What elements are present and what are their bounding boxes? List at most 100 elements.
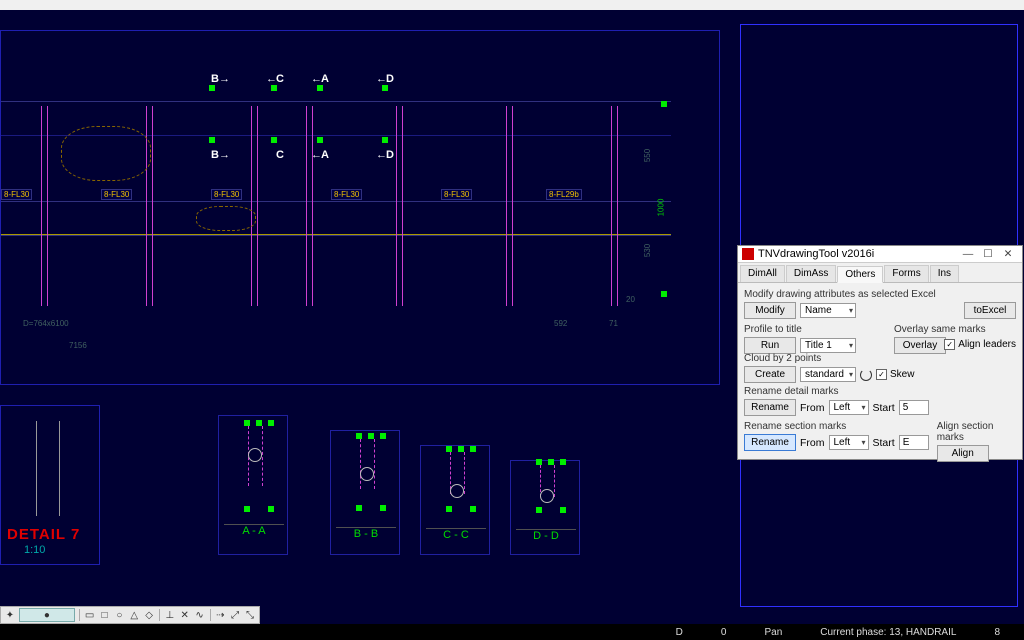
dimension-text: 20 xyxy=(626,295,635,304)
rename-detail-button[interactable]: Rename xyxy=(744,399,796,416)
reload-icon[interactable] xyxy=(860,369,872,381)
grip[interactable] xyxy=(382,85,388,91)
tab-dimall[interactable]: DimAll xyxy=(740,265,785,282)
snap-diamond-icon[interactable]: ◇ xyxy=(143,608,155,622)
tab-forms[interactable]: Forms xyxy=(884,265,928,282)
start-input[interactable]: 5 xyxy=(899,400,929,415)
snap-se-icon[interactable]: ⤡ xyxy=(244,608,256,622)
grip[interactable] xyxy=(536,507,542,513)
skew-checkbox[interactable]: ✓Skew xyxy=(876,369,914,380)
close-button[interactable]: ✕ xyxy=(998,248,1018,260)
snap-perp-icon[interactable]: ⊥ xyxy=(164,608,176,622)
grip[interactable] xyxy=(560,459,566,465)
column xyxy=(251,106,252,306)
dimension-text: 550 xyxy=(643,149,652,162)
grip[interactable] xyxy=(271,137,277,143)
group-label: Overlay same marks xyxy=(894,324,994,335)
status-zero: 0 xyxy=(721,627,727,638)
snap-endpoint-icon[interactable]: ● xyxy=(19,608,75,622)
group-label: Rename detail marks xyxy=(744,386,1016,397)
profile-tag: 8-FL30 xyxy=(331,189,362,200)
overlay-button[interactable]: Overlay xyxy=(894,337,946,354)
from-select[interactable]: Left▾ xyxy=(829,400,869,415)
grip[interactable] xyxy=(661,291,667,297)
dimension-text: 592 xyxy=(554,319,567,328)
arrow-icon: → xyxy=(219,149,230,161)
create-button[interactable]: Create xyxy=(744,366,796,383)
dialog-titlebar[interactable]: TNVdrawingTool v2016i — ☐ ✕ xyxy=(738,246,1022,263)
from-select-2[interactable]: Left▾ xyxy=(829,435,869,450)
dialog-title: TNVdrawingTool v2016i xyxy=(758,248,958,260)
align-button[interactable]: Align xyxy=(937,445,989,462)
snap-ne-icon[interactable]: ⤢ xyxy=(229,608,241,622)
grip[interactable] xyxy=(268,420,274,426)
dimension-text: 71 xyxy=(609,319,618,328)
grip[interactable] xyxy=(446,506,452,512)
grip[interactable] xyxy=(268,506,274,512)
column xyxy=(506,106,507,306)
profile-tag: 8-FL30 xyxy=(211,189,242,200)
grip[interactable] xyxy=(380,505,386,511)
snap-toolbar: ✦ ● ▭ □ ○ △ ◇ ⊥ ✕ ∿ ⇢ ⤢ ⤡ xyxy=(0,606,260,624)
group-label: Align section marks xyxy=(937,421,1016,443)
beam-bottom xyxy=(1,201,671,236)
grip[interactable] xyxy=(536,459,542,465)
grip[interactable] xyxy=(560,507,566,513)
snap-square-icon[interactable]: □ xyxy=(99,608,111,622)
snap-wave-icon[interactable]: ∿ xyxy=(194,608,206,622)
snap-circle-icon[interactable]: ○ xyxy=(113,608,125,622)
section-mark-b-lo: B xyxy=(211,149,219,161)
align-leaders-checkbox[interactable]: ✓Align leaders xyxy=(944,339,1016,350)
status-pan: Pan xyxy=(764,627,782,638)
grip[interactable] xyxy=(244,420,250,426)
toexcel-button[interactable]: toExcel xyxy=(964,302,1016,319)
tab-others[interactable]: Others xyxy=(837,266,883,283)
start-input-2[interactable]: E xyxy=(899,435,929,450)
run-button[interactable]: Run xyxy=(744,337,796,354)
modify-button[interactable]: Modify xyxy=(744,302,796,319)
snap-point-icon[interactable]: ✦ xyxy=(4,608,16,622)
snap-rect-icon[interactable]: ▭ xyxy=(84,608,96,622)
rename-section-button[interactable]: Rename xyxy=(744,434,796,451)
profile-tag: 8-FL29b xyxy=(546,189,582,200)
grip[interactable] xyxy=(661,101,667,107)
top-menustrip xyxy=(0,0,1024,10)
grip[interactable] xyxy=(271,85,277,91)
tab-ins[interactable]: Ins xyxy=(930,265,959,282)
section-label: D - D xyxy=(516,529,576,542)
axis-line xyxy=(1,234,671,235)
grip[interactable] xyxy=(317,85,323,91)
grip[interactable] xyxy=(470,506,476,512)
maximize-button[interactable]: ☐ xyxy=(978,248,998,260)
standard-select[interactable]: standard▾ xyxy=(800,367,856,382)
name-select[interactable]: Name▾ xyxy=(800,303,856,318)
grip[interactable] xyxy=(244,506,250,512)
title-select[interactable]: Title 1▾ xyxy=(800,338,856,353)
revision-cloud xyxy=(196,206,256,231)
grip[interactable] xyxy=(356,505,362,511)
detail-part xyxy=(36,421,60,516)
snap-cross-icon[interactable]: ✕ xyxy=(179,608,191,622)
detail-title: DETAIL 7 xyxy=(7,526,80,543)
tab-dimass[interactable]: DimAss xyxy=(786,265,836,282)
grip[interactable] xyxy=(470,446,476,452)
grip[interactable] xyxy=(446,446,452,452)
grip[interactable] xyxy=(356,433,362,439)
group-label: Profile to title xyxy=(744,324,886,335)
tnv-drawing-tool-dialog[interactable]: TNVdrawingTool v2016i — ☐ ✕ DimAll DimAs… xyxy=(737,245,1023,460)
arrow-icon: → xyxy=(219,73,230,85)
grip[interactable] xyxy=(380,433,386,439)
snap-arrow-icon[interactable]: ⇢ xyxy=(214,608,226,622)
section-detail-c: C - C xyxy=(420,445,490,555)
group-label: Rename section marks xyxy=(744,421,929,432)
section-mark-a-lo: A xyxy=(321,149,329,161)
grip[interactable] xyxy=(209,137,215,143)
minimize-button[interactable]: — xyxy=(958,248,978,260)
column xyxy=(611,106,612,306)
grip[interactable] xyxy=(209,85,215,91)
grip[interactable] xyxy=(382,137,388,143)
snap-triangle-icon[interactable]: △ xyxy=(128,608,140,622)
section-mark-b-up: B xyxy=(211,73,219,85)
section-mark-c-lo: C xyxy=(276,149,284,161)
grip[interactable] xyxy=(317,137,323,143)
